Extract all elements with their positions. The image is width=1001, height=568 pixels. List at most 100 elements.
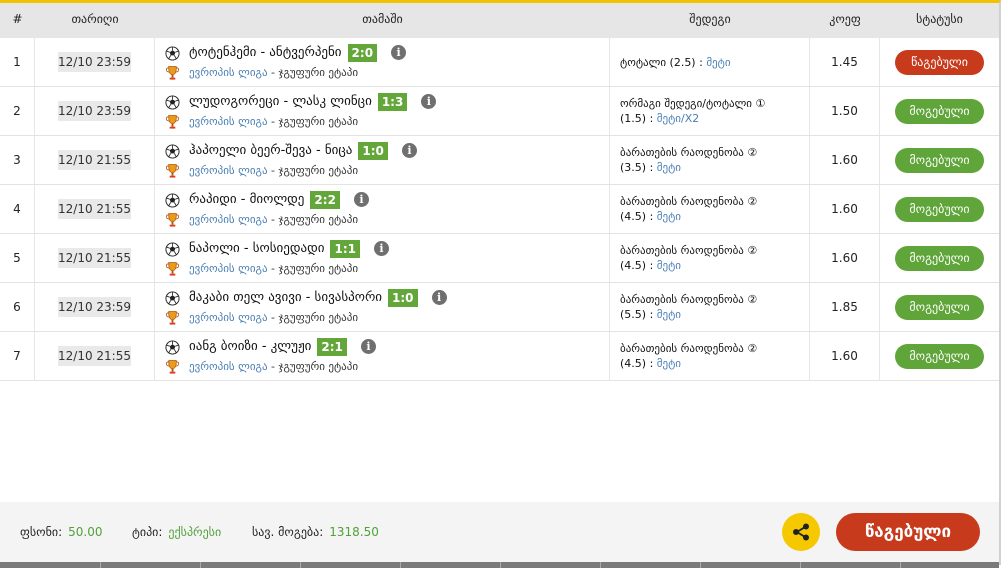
info-icon[interactable]: i — [373, 241, 389, 256]
bet-market: ბარათების რაოდენობა ② (4.5) : მეტი — [620, 243, 805, 273]
teams-label: მაკაბი თელ ავივი - სივასპორი — [189, 290, 383, 305]
bet-line-value: (4.5) : — [620, 210, 657, 223]
status-badge[interactable]: მოგებული — [895, 344, 984, 369]
info-icon[interactable]: i — [401, 143, 417, 158]
game-cell: ნაპოლი - სოსიედადი 1:1 i ევროპის ლიგა - ჯგუ… — [155, 234, 610, 282]
bet-pick: მეტი — [656, 308, 682, 321]
league-stage: - ჯგუფური ეტაპი — [267, 262, 359, 275]
info-icon[interactable]: i — [431, 290, 447, 305]
match-teams: ჰაპოელი ბეერ-შევა - ნიცა 1:0 i — [189, 142, 417, 160]
coefficient: 1.50 — [810, 87, 880, 135]
bet-market-line: ბარათების რაოდენობა ② — [620, 293, 758, 306]
bet-line-value: (1.5) : — [620, 112, 657, 125]
soccer-ball-icon — [165, 291, 180, 306]
info-icon[interactable]: i — [360, 339, 376, 354]
date-cell: 12/10 23:59 — [35, 283, 155, 331]
row-number: 1 — [0, 38, 35, 86]
status-cell: მოგებული — [880, 185, 999, 233]
game-cell: რაპიდი - მიოლდე 2:2 i ევროპის ლიგა - ჯგუფურ… — [155, 185, 610, 233]
europa-league-icon — [165, 359, 180, 375]
share-icon — [793, 523, 809, 541]
game-cell: ტოტენჰემი - ანტვერპენი 2:0 i ევროპის ლიგა -… — [155, 38, 610, 86]
soccer-ball-icon — [165, 193, 180, 208]
status-cell: მოგებული — [880, 87, 999, 135]
info-icon[interactable]: i — [391, 45, 407, 60]
game-cell: ლუდოგორეცი - ლასკ ლინცი 1:3 i ევროპის ლიგა … — [155, 87, 610, 135]
match-teams: ლუდოგორეცი - ლასკ ლინცი 1:3 i — [189, 93, 437, 111]
row-number: 5 — [0, 234, 35, 282]
match-date: 12/10 21:55 — [58, 248, 131, 268]
row-number: 7 — [0, 332, 35, 380]
table-row: 1 12/10 23:59 ტოტენჰემი - ანტვერპენი 2:0 i ევ… — [0, 38, 999, 87]
status-badge[interactable]: მოგებული — [895, 197, 984, 222]
table-row: 5 12/10 21:55 ნაპოლი - სოსიედადი 1:1 i ევროპი… — [0, 234, 999, 283]
bet-pick: მეტი — [656, 210, 682, 223]
status-badge[interactable]: მოგებული — [895, 246, 984, 271]
date-cell: 12/10 21:55 — [35, 332, 155, 380]
row-number: 2 — [0, 87, 35, 135]
match-score: 2:0 — [347, 44, 378, 62]
league-name[interactable]: ევროპის ლიგა — [189, 164, 268, 177]
bet-line-value: (3.5) : — [620, 161, 657, 174]
match-teams: ნაპოლი - სოსიედადი 1:1 i — [189, 240, 389, 258]
europa-league-icon — [165, 163, 180, 179]
bet-pick: მეტი/X2 — [656, 112, 700, 125]
info-icon[interactable]: i — [421, 94, 437, 109]
bet-cell: ორმაგი შედეგი/ტოტალი ① (1.5) : მეტი/X2 — [610, 87, 810, 135]
europa-league-icon — [165, 310, 180, 326]
bet-market-line: (4.5) : მეტი — [620, 258, 805, 273]
bet-market: ტოტალი (2.5) : მეტი — [620, 55, 805, 70]
match-league: ევროპის ლიგა - ჯგუფური ეტაპი — [189, 262, 358, 276]
header-date: თარიღი — [71, 12, 119, 26]
match-teams: იანგ ბოიზი - კლუჟი 2:1 i — [189, 338, 376, 356]
potential-win-summary: სავ. მოგება: 1318.50 — [252, 502, 379, 562]
league-name[interactable]: ევროპის ლიგა — [189, 213, 268, 226]
match-league: ევროპის ლიგა - ჯგუფური ეტაპი — [189, 360, 358, 374]
table-header: # თარიღი თამაში შედეგი კოეფ სტატუსი — [0, 3, 999, 38]
bet-market-line: (1.5) : მეტი/X2 — [620, 111, 805, 126]
league-name[interactable]: ევროპის ლიგა — [189, 311, 268, 324]
bet-table-body: 1 12/10 23:59 ტოტენჰემი - ანტვერპენი 2:0 i ევ… — [0, 38, 999, 381]
status-badge[interactable]: წაგებული — [895, 50, 984, 75]
bet-market-line: ორმაგი შედეგი/ტოტალი ① — [620, 97, 766, 110]
teams-label: ლუდოგორეცი - ლასკ ლინცი — [189, 94, 372, 109]
status-badge[interactable]: მოგებული — [895, 99, 984, 124]
coefficient: 1.60 — [810, 332, 880, 380]
match-score: 1:1 — [330, 240, 360, 258]
league-name[interactable]: ევროპის ლიგა — [189, 262, 268, 275]
date-cell: 12/10 23:59 — [35, 38, 155, 86]
info-icon[interactable]: i — [353, 192, 369, 207]
bet-market-line: (5.5) : მეტი — [620, 307, 805, 322]
bottom-strip — [0, 562, 999, 568]
status-badge[interactable]: მოგებული — [895, 295, 984, 320]
bet-result-button[interactable]: წაგებული — [836, 513, 980, 551]
soccer-ball-icon — [165, 340, 180, 355]
date-cell: 12/10 23:59 — [35, 87, 155, 135]
league-name[interactable]: ევროპის ლიგა — [189, 360, 268, 373]
league-name[interactable]: ევროპის ლიგა — [189, 66, 268, 79]
table-row: 6 12/10 23:59 მაკაბი თელ ავივი - სივასპორი… — [0, 283, 999, 332]
match-teams: რაპიდი - მიოლდე 2:2 i — [189, 191, 369, 209]
match-league: ევროპის ლიგა - ჯგუფური ეტაპი — [189, 213, 358, 227]
bet-pick: მეტი — [656, 161, 682, 174]
match-score: 2:1 — [317, 338, 347, 356]
league-stage: - ჯგუფური ეტაპი — [267, 213, 359, 226]
status-badge[interactable]: მოგებული — [895, 148, 984, 173]
date-cell: 12/10 21:55 — [35, 185, 155, 233]
bet-market-line: (4.5) : მეტი — [620, 209, 805, 224]
soccer-ball-icon — [165, 242, 180, 257]
bet-summary-footer: ფსონი: 50.00 ტიპი: ექსპრესი სავ. მოგება: 13… — [0, 502, 999, 568]
bet-cell: ტოტალი (2.5) : მეტი — [610, 38, 810, 86]
match-teams: მაკაბი თელ ავივი - სივასპორი 1:0 i — [189, 289, 447, 307]
bet-market: ბარათების რაოდენობა ② (4.5) : მეტი — [620, 194, 805, 224]
status-cell: წაგებული — [880, 38, 999, 86]
bet-cell: ბარათების რაოდენობა ② (4.5) : მეტი — [610, 185, 810, 233]
league-stage: - ჯგუფური ეტაპი — [267, 164, 359, 177]
match-date: 12/10 23:59 — [58, 297, 131, 317]
bet-cell: ბარათების რაოდენობა ② (4.5) : მეტი — [610, 332, 810, 380]
bet-market-line: ბარათების რაოდენობა ② — [620, 342, 758, 355]
status-cell: მოგებული — [880, 332, 999, 380]
bet-type-label: ტიპი: — [132, 525, 163, 539]
league-name[interactable]: ევროპის ლიგა — [189, 115, 268, 128]
share-button[interactable] — [782, 513, 820, 551]
